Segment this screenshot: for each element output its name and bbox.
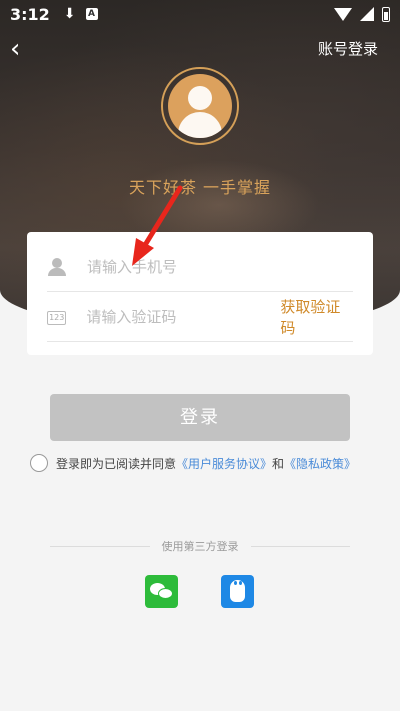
a-badge-icon: A [85, 8, 98, 20]
status-time: 3:12 [10, 4, 50, 24]
agreement-conjunction: 和 [272, 456, 285, 471]
back-button[interactable]: ‹ [10, 34, 40, 64]
divider-right [250, 545, 350, 547]
wifi-icon [334, 7, 352, 21]
get-code-button[interactable]: 获取验证码 [280, 296, 353, 338]
wechat-login-button[interactable] [145, 575, 178, 608]
chevron-left-icon: ‹ [10, 34, 21, 64]
phone-input[interactable] [87, 257, 353, 276]
account-login-link[interactable]: 账号登录 [318, 38, 378, 59]
code-input[interactable] [86, 307, 281, 326]
third-party-label: 使用第三方登录 [161, 540, 239, 553]
status-bar: 3:12 ⬇ A [0, 0, 400, 28]
download-icon: ⬇ [63, 6, 76, 22]
user-icon [47, 257, 67, 277]
privacy-link[interactable]: 《隐私政策》 [284, 455, 356, 472]
signal-icon [360, 7, 374, 21]
terms-link[interactable]: 《用户服务协议》 [176, 455, 272, 472]
battery-icon [382, 6, 390, 22]
third-party-divider: 使用第三方登录 [50, 538, 350, 554]
avatar [161, 67, 239, 145]
agree-checkbox[interactable] [30, 454, 48, 472]
brand-slogan: 天下好茶 一手掌握 [128, 178, 272, 197]
agreement-row: 登录即为已阅读并同意 《用户服务协议》 和 《隐私政策》 [30, 454, 356, 472]
verification-code-icon: 123 [47, 311, 67, 325]
login-form: 123 获取验证码 [27, 232, 373, 355]
user-avatar-icon [168, 74, 232, 138]
code-row: 123 获取验证码 [47, 292, 353, 342]
divider-left [50, 545, 150, 547]
phone-row [47, 242, 353, 292]
agreement-text: 登录即为已阅读并同意 [56, 456, 177, 471]
login-button[interactable]: 登录 [50, 394, 350, 441]
qq-login-button[interactable] [221, 575, 254, 608]
